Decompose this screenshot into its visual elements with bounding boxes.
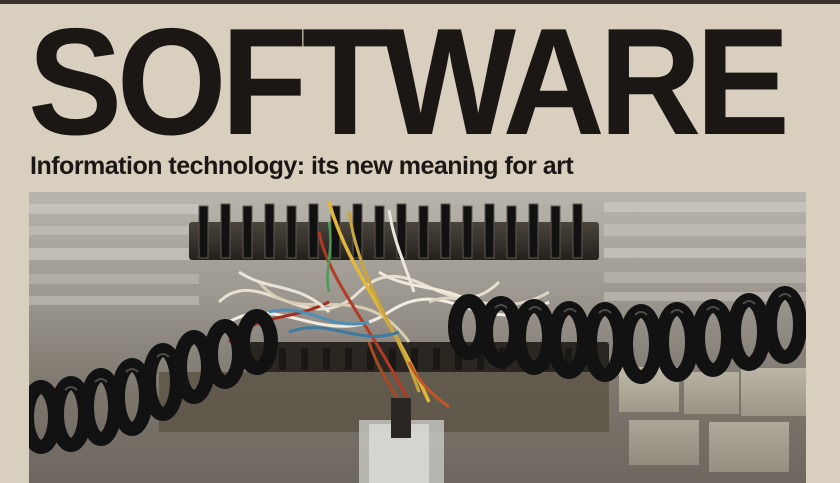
cover-subtitle: Information technology: its new meaning …	[30, 152, 574, 180]
magazine-cover: SOFTWARE Information technology: its new…	[0, 0, 840, 483]
cover-title: SOFTWARE	[28, 0, 790, 167]
circuit-photo-illustration	[29, 192, 806, 483]
cover-photo	[29, 192, 806, 483]
